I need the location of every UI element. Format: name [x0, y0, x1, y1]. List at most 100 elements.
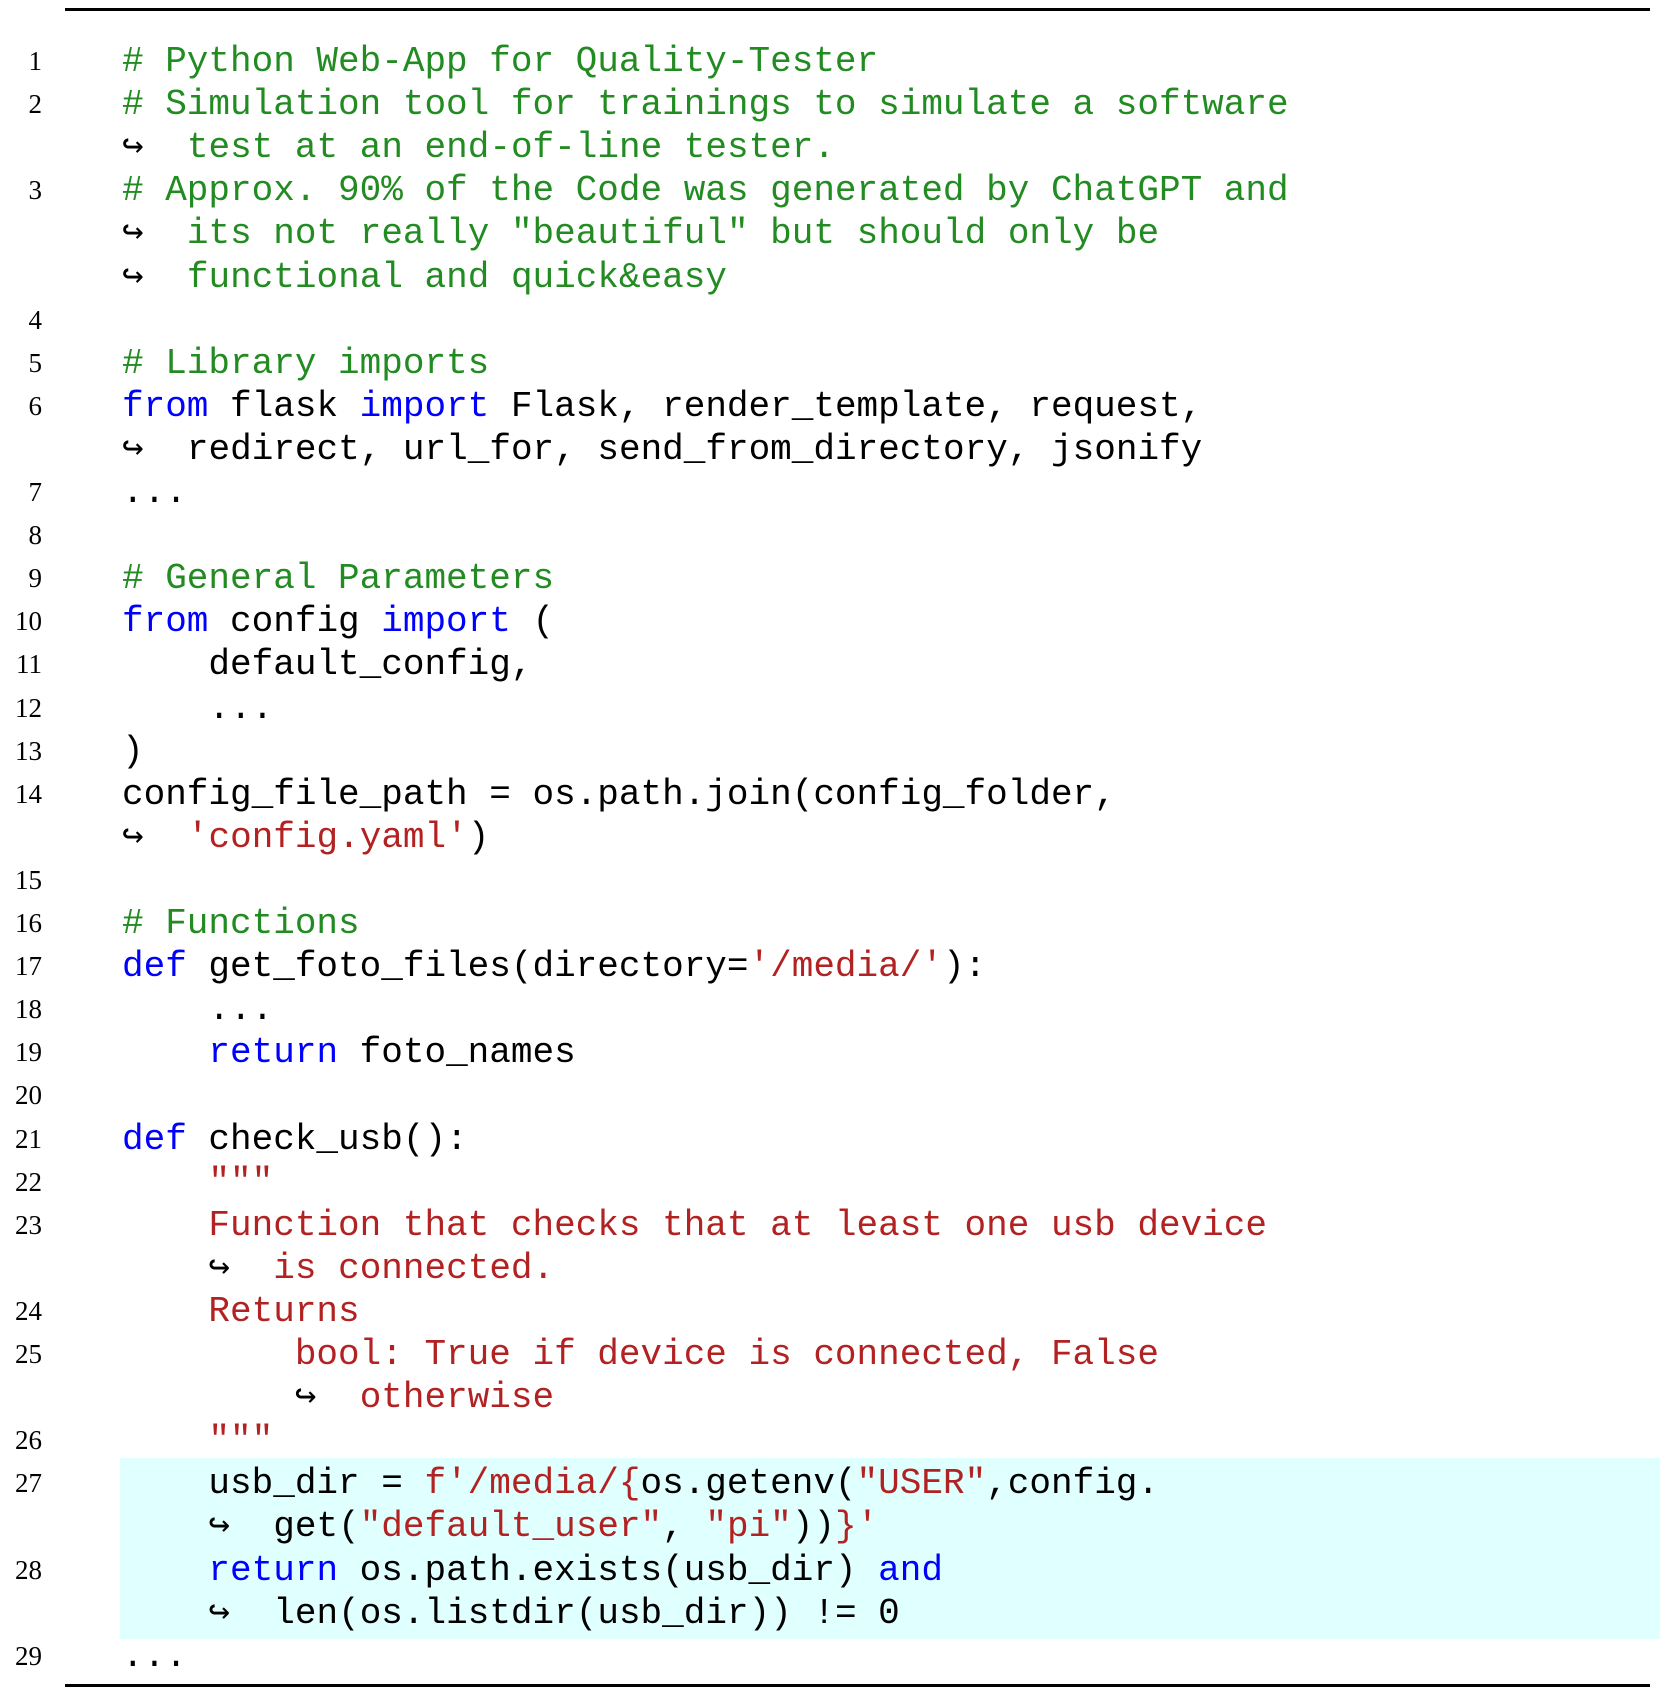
continuation-arrow-icon: ↪: [294, 1377, 360, 1419]
code-comment: its not really "beautiful" but should on…: [186, 213, 1160, 255]
code-token: os.path.exists(usb_dir): [338, 1549, 879, 1591]
code-text: """: [122, 1419, 273, 1462]
code-token: ): [122, 730, 144, 772]
code-token: ,: [662, 1506, 706, 1548]
code-line: ↪ test at an end-of-line tester.: [0, 126, 1679, 169]
code-line: 16 # Functions: [0, 902, 1679, 945]
code-comment: functional and quick&easy: [186, 256, 727, 298]
code-token: foto_names: [338, 1032, 576, 1074]
code-token: config_file_path = os.path.join(config_f…: [122, 773, 1116, 815]
code-text: ↪ len(os.listdir(usb_dir)) != 0: [208, 1592, 899, 1635]
code-line: 22 """: [0, 1161, 1679, 1204]
code-token: ,config.: [986, 1463, 1159, 1505]
line-number: 13: [15, 735, 42, 766]
code-line: 24 Returns: [0, 1290, 1679, 1333]
code-string: "USER": [856, 1463, 987, 1505]
code-text: # Library imports: [122, 342, 489, 385]
line-number: 21: [15, 1123, 42, 1154]
line-number: 16: [15, 908, 42, 938]
code-text: default_config,: [122, 643, 532, 686]
code-line: ↪ 'config.yaml'): [0, 816, 1679, 859]
code-line: 28 return os.path.exists(usb_dir) and: [0, 1549, 1679, 1592]
code-comment: # General Parameters: [122, 558, 555, 600]
code-text: return foto_names: [122, 1031, 576, 1074]
code-line: ↪ is connected.: [0, 1247, 1679, 1290]
code-text: ): [122, 730, 144, 773]
line-number: 9: [28, 563, 43, 594]
code-token: ...: [122, 1635, 187, 1677]
code-token: ...: [122, 687, 274, 729]
code-line: ↪ redirect, url_for, send_from_directory…: [0, 428, 1679, 471]
line-number: 28: [15, 1554, 42, 1585]
line-number: 27: [15, 1468, 42, 1499]
code-keyword: from: [122, 385, 209, 427]
continuation-arrow-icon: ↪: [208, 1247, 274, 1289]
code-string: }': [835, 1506, 879, 1548]
code-string: is connected.: [273, 1247, 555, 1289]
code-comment: # Library imports: [122, 342, 490, 384]
code-text: ...: [122, 988, 273, 1031]
code-line: 18 ...: [0, 988, 1679, 1031]
code-text: # Functions: [122, 902, 360, 945]
code-line: 2 # Simulation tool for trainings to simu…: [0, 83, 1679, 126]
code-text: ↪ redirect, url_for, send_from_directory…: [122, 428, 1202, 471]
line-number: 14: [15, 778, 42, 809]
code-comment: # Simulation tool for trainings to simul…: [122, 84, 1289, 126]
code-text: # General Parameters: [122, 557, 554, 600]
code-token: get_foto_files(directory=: [186, 946, 749, 988]
line-number: 18: [15, 994, 42, 1025]
code-string: """: [122, 1420, 274, 1462]
code-keyword: return: [208, 1549, 339, 1591]
code-line: 3 # Approx. 90% of the Code was generated…: [0, 169, 1679, 212]
code-token: redirect, url_for, send_from_directory, …: [186, 428, 1203, 470]
code-token: config: [208, 601, 382, 643]
code-text: # Python Web-App for Quality-Tester: [122, 40, 878, 83]
code-token: flask: [208, 385, 360, 427]
code-token: usb_dir =: [122, 1463, 425, 1505]
code-text: usb_dir = f'/media/{os.getenv("USER",con…: [122, 1462, 1159, 1505]
code-line: 29...: [0, 1635, 1679, 1678]
continuation-arrow-icon: ↪: [208, 1506, 274, 1548]
code-line: 20: [0, 1074, 1679, 1117]
code-comment: # Functions: [122, 903, 360, 944]
code-line: 13): [0, 730, 1679, 773]
code-text: Returns: [122, 1290, 359, 1333]
bottom-rule: [65, 1684, 1650, 1687]
code-listing: 1 # Python Web-App for Quality-Tester 2 # S…: [0, 0, 1679, 1697]
code-string: "pi": [705, 1506, 792, 1548]
code-string: 'config.yaml': [186, 816, 468, 858]
code-token: ):: [942, 946, 987, 988]
code-text: ...: [122, 1635, 187, 1678]
code-token: os.getenv(: [640, 1463, 857, 1505]
code-text: bool: True if device is connected, False: [122, 1333, 1159, 1376]
code-line: 12 ...: [0, 687, 1679, 730]
code-text: from flask import Flask, render_template…: [122, 385, 1202, 428]
code-keyword: from: [122, 601, 209, 643]
code-string: Function that checks that at least one u…: [122, 1204, 1267, 1246]
continuation-arrow-icon: ↪: [122, 213, 187, 255]
code-string: '/media/': [748, 946, 943, 988]
code-line: 10 from config import (: [0, 600, 1679, 643]
line-number: 15: [15, 864, 42, 895]
code-token: ...: [122, 989, 274, 1031]
code-line: 4: [0, 299, 1679, 342]
code-text: # Approx. 90% of the Code was generated …: [122, 169, 1289, 212]
code-text: # Simulation tool for trainings to simul…: [122, 83, 1289, 126]
line-number: 17: [15, 951, 42, 982]
code-line: 5 # Library imports: [0, 342, 1679, 385]
code-token: get(: [273, 1506, 360, 1548]
code-token: len(os.listdir(usb_dir)) != 0: [273, 1592, 900, 1634]
line-number: 3: [28, 175, 43, 206]
code-comment: # Approx. 90% of the Code was generated …: [122, 170, 1289, 212]
continuation-arrow-icon: ↪: [208, 1592, 274, 1634]
line-number: 8: [28, 520, 43, 551]
code-line: ↪ len(os.listdir(usb_dir)) != 0: [0, 1592, 1679, 1635]
line-number: 4: [28, 304, 43, 335]
code-line: 27 usb_dir = f'/media/{os.getenv("USER",…: [0, 1462, 1679, 1505]
line-number: 25: [15, 1339, 42, 1369]
code-string: bool: True if device is connected, False: [122, 1334, 1159, 1375]
code-line: 14 config_file_path = os.path.join(config…: [0, 773, 1679, 816]
code-line: 17 def get_foto_files(directory='/media/'…: [0, 945, 1679, 988]
code-text: ↪ otherwise: [295, 1376, 554, 1419]
